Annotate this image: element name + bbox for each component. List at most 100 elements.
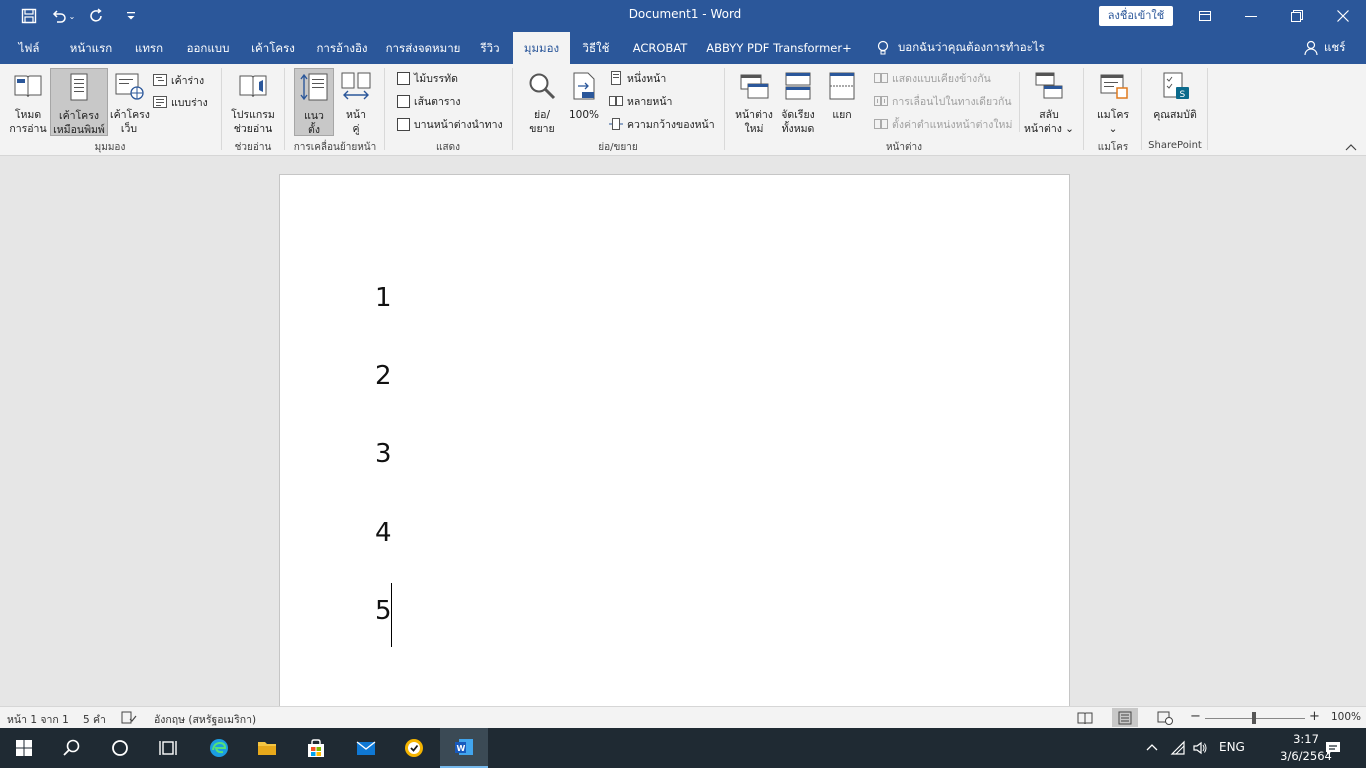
outline-button[interactable]: เค้าร่าง [153,70,204,90]
synchronous-scrolling-button[interactable]: การเลื่อนไปในทางเดียวกัน [874,91,1012,111]
one-page-button[interactable]: หนึ่งหน้า [609,68,666,88]
search-button[interactable] [48,728,96,768]
print-layout-view-button[interactable] [1112,708,1138,727]
ruler-check-box[interactable] [397,71,410,85]
share-button[interactable]: แชร์ [1304,32,1345,64]
file-explorer-button[interactable] [243,728,291,768]
nav-pane-label: บานหน้าต่างนำทาง [414,118,503,131]
zoom-in-button[interactable]: + [1309,709,1320,724]
task-view-button[interactable] [144,728,192,768]
document-line[interactable]: 4 [375,518,392,548]
tab-home[interactable]: หน้าแรก [62,32,120,64]
web-layout-icon [1157,711,1173,725]
collapse-ribbon-icon[interactable] [1344,142,1358,152]
properties-button[interactable]: S คุณสมบัติ [1148,68,1202,136]
zoom-100-button[interactable]: 100% [566,68,602,136]
side-to-side-button[interactable]: หน้า คู่ [338,68,374,136]
edge-browser-button[interactable] [195,728,243,768]
proofing-icon[interactable] [121,711,137,725]
sign-in-button[interactable]: ลงชื่อเข้าใช้ [1099,6,1173,26]
document-title: Document1 - Word [628,7,742,21]
web-layout-icon [115,73,144,100]
document-page[interactable]: 1 2 3 4 5 [279,174,1070,706]
read-mode-view-button[interactable] [1072,708,1098,727]
multiple-pages-button[interactable]: หลายหน้า [609,91,672,111]
document-line[interactable]: 2 [375,361,392,391]
word-taskbar-button[interactable]: W [440,728,488,768]
web-layout-view-button[interactable] [1152,708,1178,727]
switch-windows-button[interactable]: สลับ หน้าต่าง ⌄ [1024,68,1074,136]
gridlines-check-box[interactable] [397,94,410,108]
ribbon-display-options-button[interactable] [1182,0,1228,32]
language-indicator[interactable]: อังกฤษ (สหรัฐอเมริกา) [154,711,256,728]
gridlines-checkbox[interactable]: เส้นตาราง [397,91,461,111]
multiple-pages-label: หลายหน้า [627,95,673,108]
volume-icon[interactable] [1192,740,1208,756]
tab-layout[interactable]: เค้าโครง [244,32,302,64]
page-width-button[interactable]: ความกว้างของหน้า [609,114,715,134]
immersive-reader-button[interactable]: โปรแกรม ช่วยอ่าน [228,68,278,136]
document-line[interactable]: 1 [375,283,392,313]
undo-dropdown-icon[interactable]: ⌄ [69,12,76,21]
tab-mailings[interactable]: การส่งจดหมาย [382,32,464,64]
mail-icon [356,741,376,755]
tab-references[interactable]: การอ้างอิง [310,32,374,64]
cortana-button[interactable] [96,728,144,768]
notifications-icon[interactable] [1324,739,1342,757]
redo-button[interactable] [82,5,112,27]
ruler-checkbox[interactable]: ไม้บรรทัด [397,68,458,88]
tell-me-search[interactable]: บอกฉันว่าคุณต้องการทำอะไร [876,32,1045,64]
split-button[interactable]: แยก [824,68,860,136]
sync-scroll-label: การเลื่อนไปในทางเดียวกัน [892,95,1012,108]
tab-design[interactable]: ออกแบบ [180,32,236,64]
zoom-out-button[interactable]: − [1190,709,1201,724]
tell-me-label: บอกฉันว่าคุณต้องการทำอะไร [898,40,1045,54]
vertical-button[interactable]: แนว ตั้ง [294,68,334,136]
mail-button[interactable] [342,728,390,768]
read-mode-button[interactable]: โหมด การอ่าน [8,68,48,136]
web-layout-button[interactable]: เค้าโครง เว็บ [110,68,150,136]
minimize-button[interactable] [1228,0,1274,32]
zoom-slider-thumb[interactable] [1252,712,1256,724]
arrange-all-label-1: จัดเรียง [781,109,815,121]
tab-insert[interactable]: แทรก [128,32,170,64]
document-line[interactable]: 5 [375,596,392,626]
tab-help[interactable]: วิธีใช้ [578,32,614,64]
start-button[interactable] [0,728,48,768]
word-count[interactable]: 5 คำ [83,711,106,728]
zoom-button[interactable]: ย่อ/ ขยาย [522,68,562,136]
show-hidden-icons-chevron-up-icon[interactable] [1146,742,1158,754]
tab-view[interactable]: มุมมอง [513,32,570,64]
tab-file[interactable]: ไฟล์ [10,32,48,64]
tab-abbyy[interactable]: ABBYY PDF Transformer+ [704,32,854,64]
view-side-by-side-button[interactable]: แสดงแบบเคียงข้างกัน [874,68,991,88]
store-button[interactable] [292,728,340,768]
tab-review[interactable]: รีวิว [472,32,508,64]
macros-button[interactable]: แมโคร ⌄ [1092,68,1134,136]
switch-windows-icon [1035,72,1063,99]
input-language[interactable]: ENG [1219,740,1245,754]
tab-acrobat[interactable]: ACROBAT [626,32,694,64]
page-movement-group-label: การเคลื่อนย้ายหน้า [293,142,377,153]
draft-button[interactable]: แบบร่าง [153,92,208,112]
print-layout-button[interactable]: เค้าโครง เหมือนพิมพ์ [50,68,108,136]
norton-button[interactable] [390,728,438,768]
restore-button[interactable] [1274,0,1320,32]
document-line[interactable]: 3 [375,439,392,469]
new-window-button[interactable]: หน้าต่าง ใหม่ [732,68,776,136]
svg-text:S: S [1180,90,1186,100]
undo-button[interactable]: ⌄ [48,5,78,27]
wifi-icon[interactable] [1170,740,1186,756]
arrange-all-button[interactable]: จัดเรียง ทั้งหมด [778,68,818,136]
search-icon [63,739,80,756]
zoom-level[interactable]: 100% [1331,711,1361,723]
nav-pane-check-box[interactable] [397,117,410,131]
close-button[interactable] [1320,0,1366,32]
page-count[interactable]: หน้า 1 จาก 1 [7,711,69,728]
nav-pane-checkbox[interactable]: บานหน้าต่างนำทาง [397,114,503,134]
macros-group-label: แมโคร [1097,142,1129,153]
reset-window-position-button[interactable]: ตั้งค่าตำแหน่งหน้าต่างใหม่ [874,114,1012,134]
customize-qat-button[interactable] [116,5,146,27]
quick-access-toolbar: ⌄ [14,5,146,27]
save-button[interactable] [14,5,44,27]
